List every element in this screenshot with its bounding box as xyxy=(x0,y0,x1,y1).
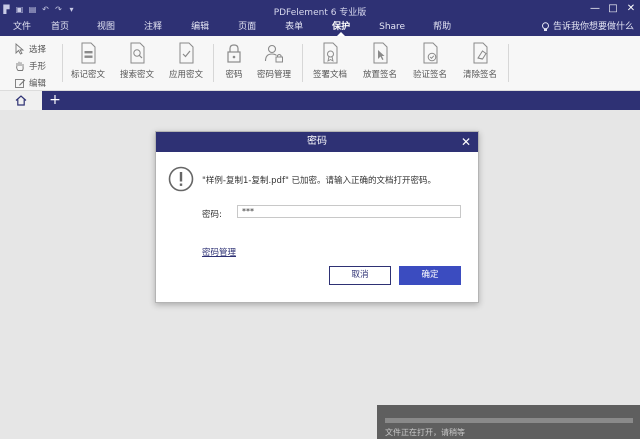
edit-mode-button[interactable]: 编辑 xyxy=(14,74,46,91)
opening-progress-panel: 文件正在打开，请稍等 xyxy=(377,405,640,439)
tell-me-search[interactable]: 告诉我你想要做什么 xyxy=(541,18,634,36)
apply-redaction-icon xyxy=(179,42,194,64)
window-controls: — □ ✕ xyxy=(586,0,640,18)
menu-edit[interactable]: 编辑 xyxy=(188,18,212,36)
dialog-header: 密码 ✕ xyxy=(156,132,478,152)
edit-icon xyxy=(15,78,26,88)
verify-signature-icon xyxy=(423,42,438,64)
ribbon-separator xyxy=(302,44,303,82)
home-icon xyxy=(15,95,27,106)
place-signature-button[interactable]: 放置签名 xyxy=(356,42,404,80)
ribbon-separator xyxy=(508,44,509,82)
progress-bar xyxy=(385,418,633,423)
menu-home[interactable]: 首页 xyxy=(48,18,72,36)
hand-icon xyxy=(16,61,24,71)
maximize-button[interactable]: □ xyxy=(604,0,622,18)
window-title: PDFelement 6 专业版 xyxy=(273,8,367,18)
cancel-button[interactable]: 取消 xyxy=(329,266,391,285)
mark-redaction-icon xyxy=(81,42,96,64)
password-input[interactable] xyxy=(237,205,461,218)
opening-status-text: 文件正在打开，请稍等 xyxy=(385,428,465,437)
menu-file[interactable]: 文件 xyxy=(10,18,34,36)
menu-form[interactable]: 表单 xyxy=(282,18,306,36)
menu-bar: 文件 首页 视图 注释 编辑 页面 表单 保护 Share 帮助 xyxy=(0,18,454,36)
home-tab[interactable] xyxy=(0,91,42,110)
title-bar: ▛ ▣ ▤ ↶ ↷ ▾ PDFelement 6 专业版 — □ ✕ 文件 首页… xyxy=(0,0,640,36)
close-window-button[interactable]: ✕ xyxy=(622,0,640,18)
menu-protect[interactable]: 保护 xyxy=(329,18,353,36)
menu-help[interactable]: 帮助 xyxy=(430,18,454,36)
add-tab-button[interactable]: + xyxy=(48,91,62,110)
dialog-close-button[interactable]: ✕ xyxy=(459,132,473,152)
document-tab-strip: + xyxy=(0,91,640,110)
hand-mode-button[interactable]: 手形 xyxy=(14,57,46,74)
lock-icon xyxy=(227,44,241,63)
ribbon-toolbar: 选择 手形 编辑 标记密文 搜索密文 应用密文 密码 密码管理 签署文档 放置签… xyxy=(0,36,640,91)
search-redaction-button[interactable]: 搜索密文 xyxy=(113,42,161,80)
select-mode-button[interactable]: 选择 xyxy=(14,40,46,57)
menu-comment[interactable]: 注释 xyxy=(141,18,165,36)
verify-signature-button[interactable]: 验证签名 xyxy=(406,42,454,80)
lightbulb-icon xyxy=(541,22,549,31)
password-manager-button[interactable]: 密码管理 xyxy=(250,42,298,80)
search-redaction-icon xyxy=(130,42,145,64)
minimize-button[interactable]: — xyxy=(586,0,604,18)
warning-icon xyxy=(168,166,194,192)
password-manager-link[interactable]: 密码管理 xyxy=(202,246,236,258)
user-lock-icon xyxy=(264,44,283,63)
place-signature-icon xyxy=(373,42,388,64)
clear-signature-button[interactable]: 清除签名 xyxy=(456,42,504,80)
menu-view[interactable]: 视图 xyxy=(94,18,118,36)
mode-group: 选择 手形 编辑 xyxy=(14,40,46,91)
clear-signature-icon xyxy=(473,42,488,64)
apply-redaction-button[interactable]: 应用密文 xyxy=(162,42,210,80)
ribbon-separator xyxy=(62,44,63,82)
sign-document-button[interactable]: 签署文档 xyxy=(306,42,354,80)
menu-page[interactable]: 页面 xyxy=(235,18,259,36)
encrypted-message: "样例-复制1-复制.pdf" 已加密。请输入正确的文档打开密码。 xyxy=(202,176,437,186)
ok-button[interactable]: 确定 xyxy=(399,266,461,285)
menu-share[interactable]: Share xyxy=(376,18,408,36)
password-label: 密码: xyxy=(202,210,222,220)
sign-document-icon xyxy=(323,42,338,64)
cursor-icon xyxy=(15,42,25,55)
dialog-title: 密码 xyxy=(307,136,327,147)
tell-me-text: 告诉我你想要做什么 xyxy=(552,22,634,32)
mark-redaction-button[interactable]: 标记密文 xyxy=(64,42,112,80)
password-dialog: 密码 ✕ "样例-复制1-复制.pdf" 已加密。请输入正确的文档打开密码。 密… xyxy=(155,131,479,303)
